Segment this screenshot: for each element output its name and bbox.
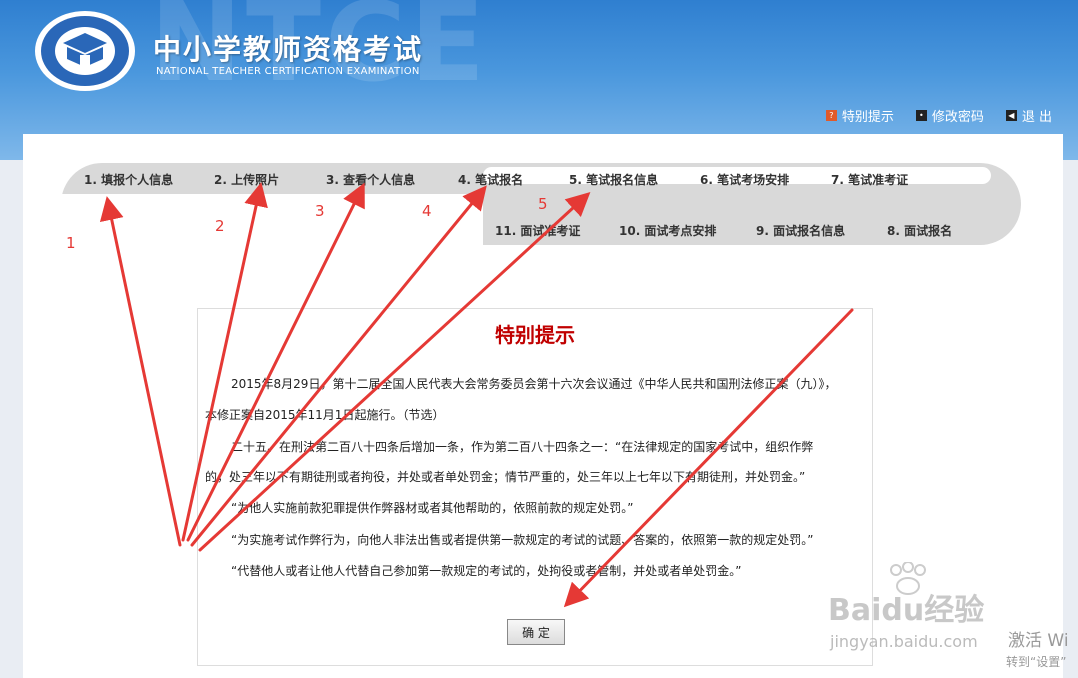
logout-icon: ◀ (1005, 110, 1017, 121)
special-notice-label: 特别提示 (841, 110, 894, 125)
notice-paragraph: “为实施考试作弊行为，向他人非法出售或者提供第一款规定的考试的试题、答案的，依照… (231, 533, 814, 547)
top-links: ? 特别提示 • 修改密码 ◀ 退 出 (825, 106, 1052, 125)
step-1-fill-personal-info[interactable]: 1. 填报个人信息 (84, 171, 173, 188)
special-notice-link[interactable]: ? 特别提示 (825, 106, 894, 125)
site-title: 中小学教师资格考试 (153, 33, 424, 66)
step-10-interview-venue[interactable]: 10. 面试考点安排 (619, 222, 716, 239)
notice-paragraph: 2015年8月29日，第十二届全国人民代表大会常务委员会第十六次会议通过《中华人… (231, 377, 837, 391)
track-cutout (61, 194, 483, 245)
ntce-logo-icon (35, 11, 135, 91)
notice-title: 特别提示 (495, 323, 575, 347)
special-notice-box: 特别提示 2015年8月29日，第十二届全国人民代表大会常务委员会第十六次会议通… (197, 308, 873, 666)
annotation-number: 3 (315, 202, 325, 220)
logout-link[interactable]: ◀ 退 出 (1005, 106, 1052, 125)
step-8-interview-registration[interactable]: 8. 面试报名 (887, 222, 952, 239)
notice-paragraph: “为他人实施前款犯罪提供作弊器材或者其他帮助的，依照前款的规定处罚。” (231, 501, 634, 515)
notice-paragraph: “代替他人或者让他人代替自己参加第一款规定的考试的，处拘役或者管制，并处或者单处… (231, 564, 742, 578)
step-9-interview-registration-info[interactable]: 9. 面试报名信息 (756, 222, 845, 239)
windows-activation-line2: 转到“设置” (1006, 655, 1067, 669)
step-11-interview-admission-ticket[interactable]: 11. 面试准考证 (495, 222, 580, 239)
windows-activation-line1: 激活 Wi (1008, 631, 1069, 651)
change-password-link[interactable]: • 修改密码 (915, 106, 984, 125)
step-7-written-admission-ticket[interactable]: 7. 笔试准考证 (831, 171, 908, 188)
logout-label: 退 出 (1021, 110, 1052, 125)
annotation-number: 1 (66, 234, 76, 252)
confirm-button[interactable]: 确 定 (507, 619, 565, 645)
annotation-number: 2 (215, 217, 225, 235)
step-3-view-personal-info[interactable]: 3. 查看个人信息 (326, 171, 415, 188)
step-5-written-registration-info[interactable]: 5. 笔试报名信息 (569, 171, 658, 188)
step-4-written-registration[interactable]: 4. 笔试报名 (458, 171, 523, 188)
notice-paragraph: 的，处三年以下有期徒刑或者拘役，并处或者单处罚金；情节严重的，处三年以上七年以下… (205, 470, 806, 484)
paw-icon (890, 562, 926, 595)
step-2-upload-photo[interactable]: 2. 上传照片 (214, 171, 279, 188)
notice-paragraph: 二十五、在刑法第二百八十四条后增加一条，作为第二百八十四条之一：“在法律规定的国… (231, 440, 814, 454)
baidu-url-watermark: jingyan.baidu.com (830, 632, 978, 651)
annotation-number: 5 (538, 195, 548, 213)
site-subtitle: NATIONAL TEACHER CERTIFICATION EXAMINATI… (156, 66, 420, 77)
annotation-number: 4 (422, 202, 432, 220)
change-password-label: 修改密码 (931, 110, 984, 125)
notice-paragraph: 本修正案自2015年11月1日起施行。（节选） (205, 408, 445, 422)
step-6-written-exam-arrangement[interactable]: 6. 笔试考场安排 (700, 171, 789, 188)
notice-icon: ? (825, 110, 837, 121)
key-icon: • (915, 110, 927, 121)
